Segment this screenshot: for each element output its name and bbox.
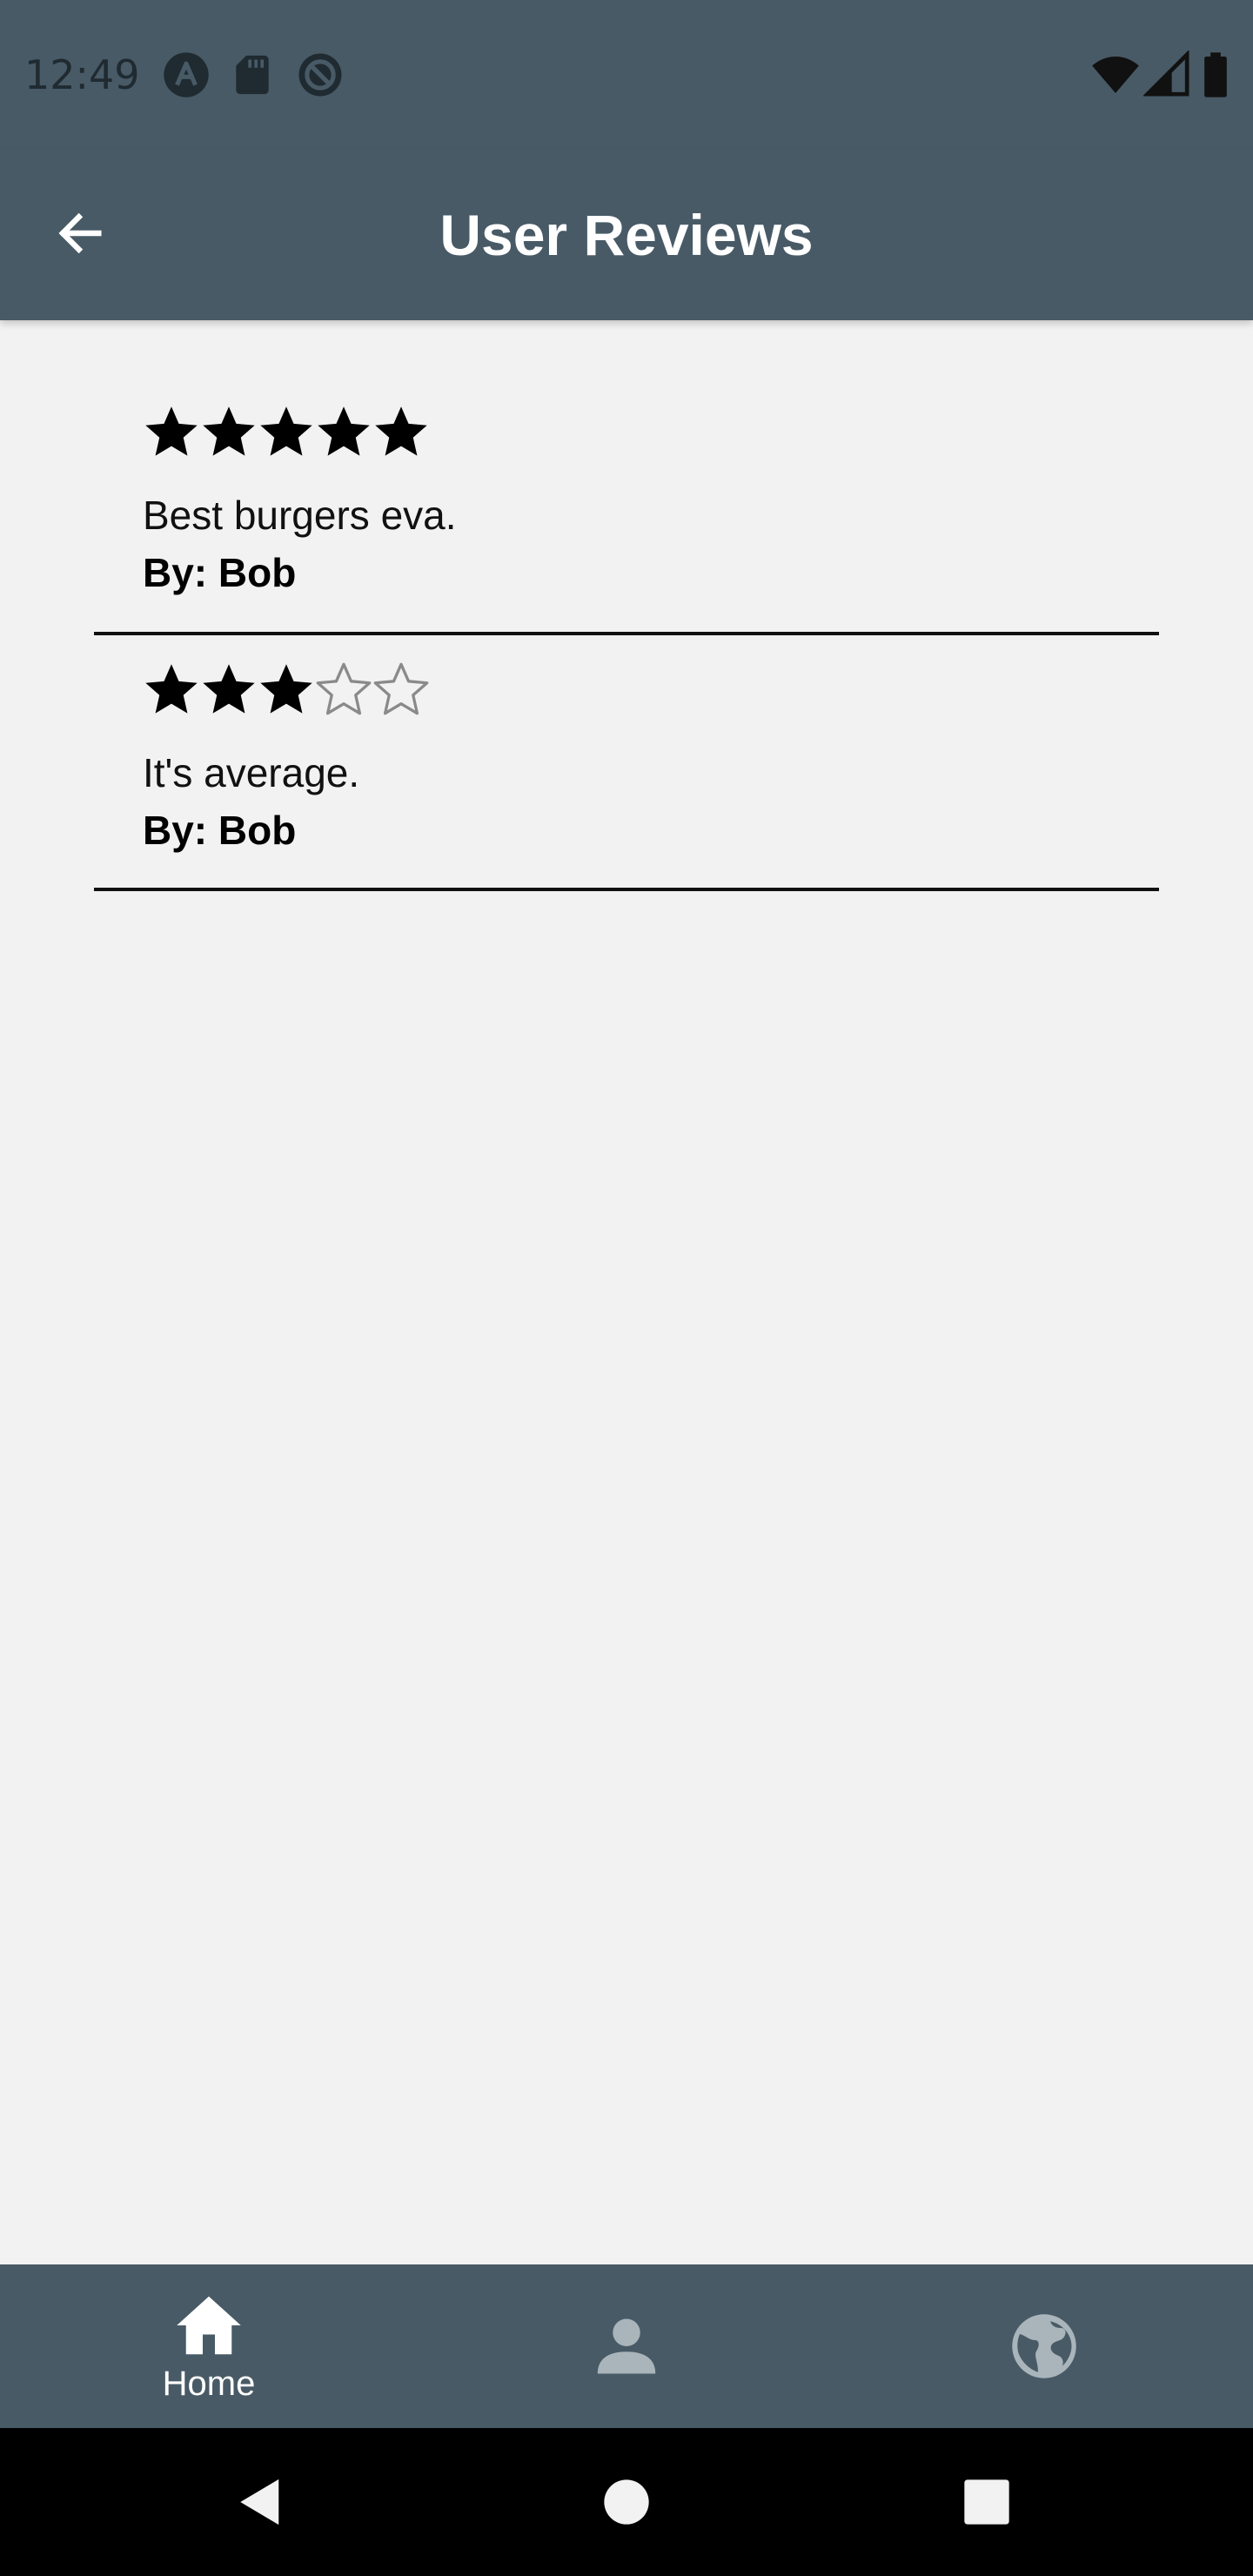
- nav-item-profile[interactable]: [418, 2264, 835, 2428]
- star-empty-icon: [373, 662, 429, 715]
- star-filled-icon: [145, 664, 198, 714]
- review-item: It's average. By: Bob: [94, 635, 1159, 891]
- system-back-button[interactable]: [223, 2463, 301, 2541]
- nav-item-home[interactable]: Home: [0, 2264, 418, 2428]
- sd-card-icon: [236, 55, 269, 95]
- system-recents-button[interactable]: [948, 2463, 1026, 2541]
- system-navigation-bar: [0, 2428, 1253, 2576]
- review-item: Best burgers eva. By: Bob: [94, 320, 1159, 635]
- review-text: Best burgers eva.: [143, 493, 457, 538]
- circle-home-icon: [604, 2479, 649, 2525]
- review-author: By: Bob: [143, 550, 297, 595]
- star-rating: [143, 661, 430, 719]
- review-text: It's average.: [143, 750, 360, 795]
- star-filled-icon: [203, 406, 255, 456]
- star-filled-icon: [203, 664, 255, 714]
- bottom-navigation: Home: [0, 2264, 1253, 2428]
- star-rating: [143, 404, 430, 461]
- nav-item-explore[interactable]: [835, 2264, 1253, 2428]
- star-empty-icon: [316, 662, 372, 715]
- reviews-list: Best burgers eva. By: Bob It's average. …: [94, 320, 1159, 891]
- review-author: By: Bob: [143, 808, 297, 853]
- triangle-back-icon: [240, 2479, 279, 2526]
- system-home-button[interactable]: [587, 2463, 666, 2541]
- status-time: 12:49: [24, 51, 140, 98]
- square-recents-icon: [964, 2479, 1009, 2525]
- battery-icon: [1204, 52, 1227, 97]
- status-bar: 12:49: [0, 0, 1253, 150]
- star-filled-icon: [375, 406, 427, 456]
- page-title: User Reviews: [439, 203, 814, 267]
- globe-icon: [1012, 2314, 1076, 2378]
- app-a-icon: [164, 52, 209, 97]
- do-not-disturb-icon: [298, 53, 342, 97]
- wifi-icon: [1092, 57, 1139, 93]
- nav-label-home: Home: [162, 2365, 256, 2403]
- app-bar: User Reviews: [0, 150, 1253, 320]
- star-filled-icon: [145, 406, 198, 456]
- star-filled-icon: [260, 406, 312, 456]
- home-icon: [177, 2296, 241, 2355]
- cell-signal-icon: [1143, 50, 1189, 97]
- star-filled-icon: [318, 406, 370, 456]
- star-filled-icon: [260, 664, 312, 714]
- person-icon: [597, 2318, 656, 2374]
